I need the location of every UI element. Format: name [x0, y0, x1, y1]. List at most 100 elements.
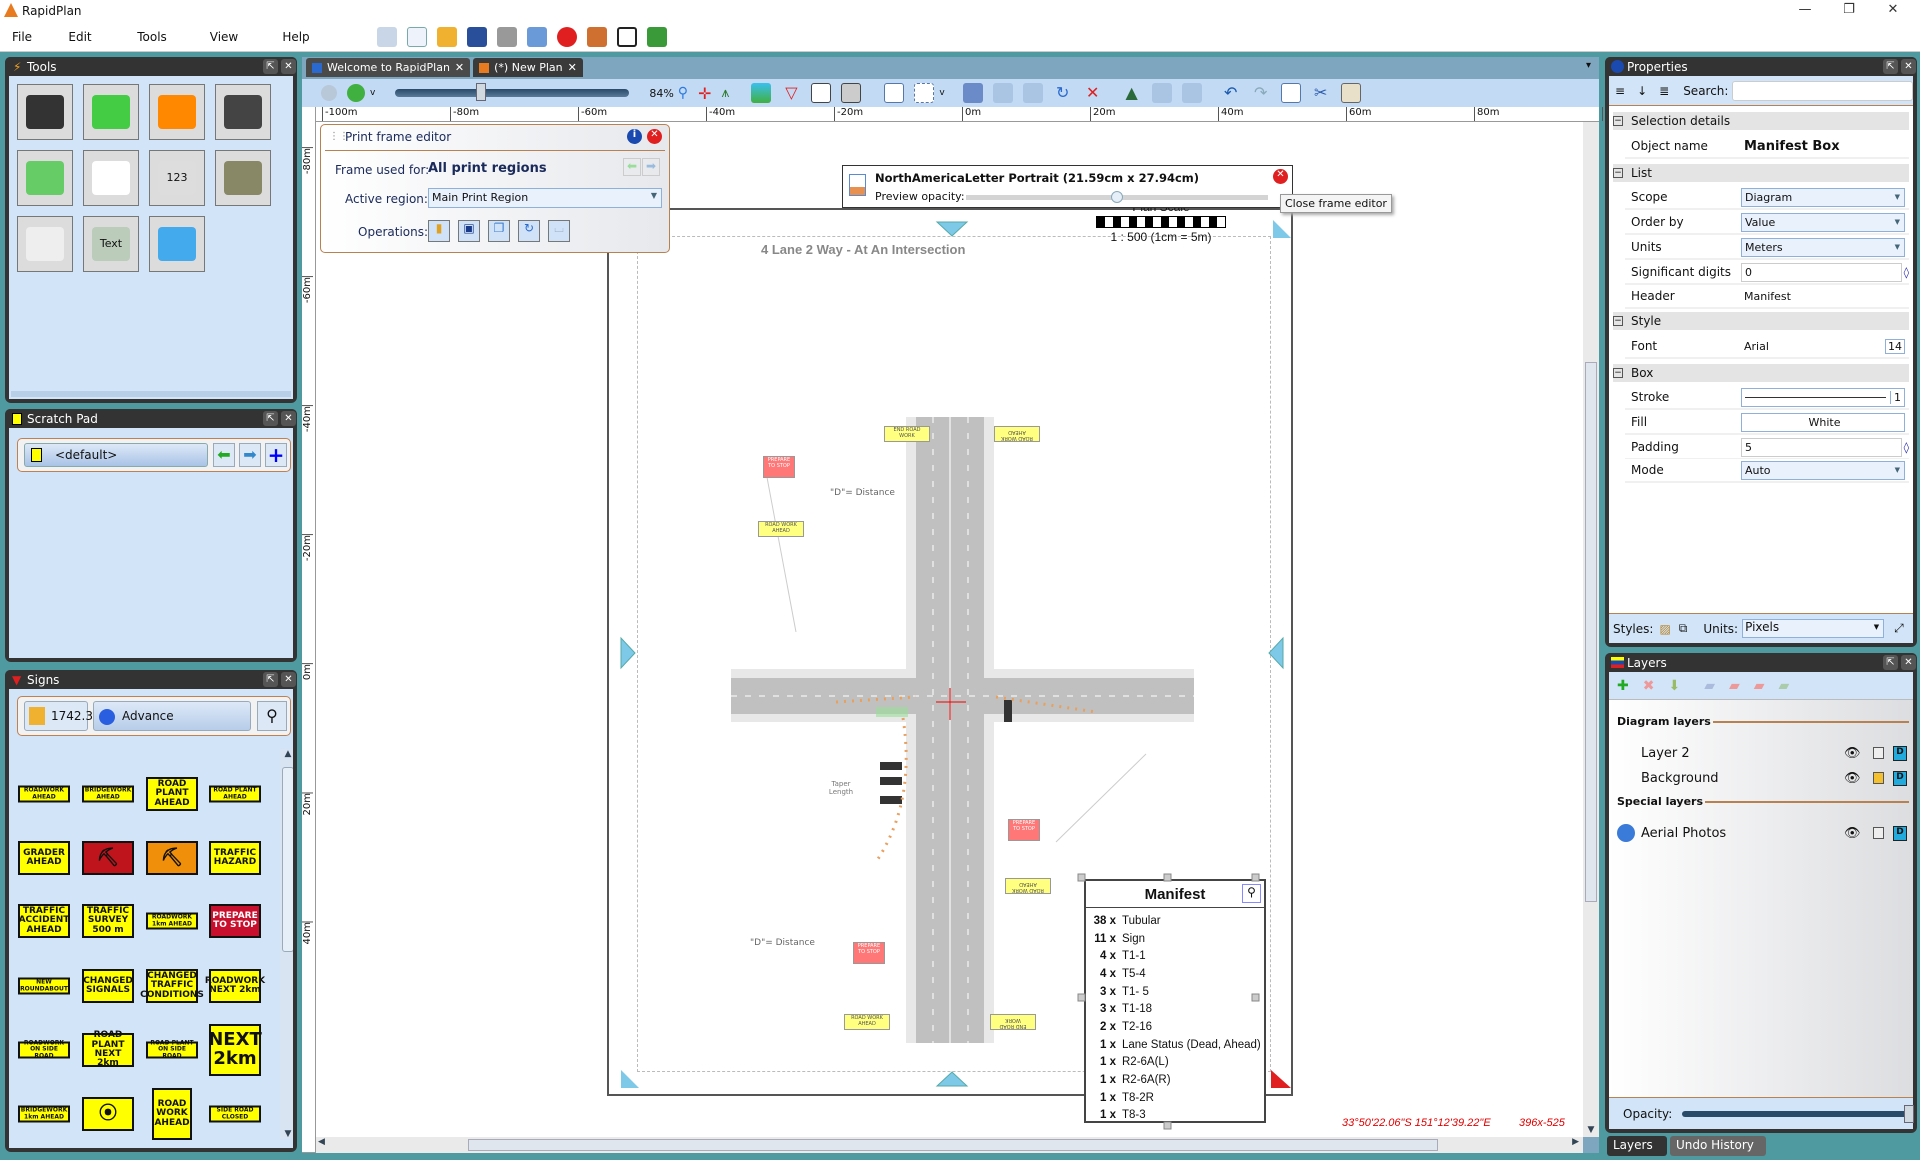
sign-item[interactable]: TRAFFIC ACCIDENT AHEAD [18, 904, 70, 938]
minimize-button[interactable]: — [1790, 2, 1820, 17]
diagram-sign[interactable]: END ROAD WORK [884, 426, 930, 442]
export-icon[interactable] [527, 26, 547, 47]
dropdown-arrow-icon[interactable]: ▼ [1895, 218, 1900, 226]
dropdown-arrow-icon[interactable]: ▼ [1895, 466, 1900, 474]
unlocked-icon[interactable] [1873, 827, 1884, 839]
copy-frame-icon[interactable]: ❐ [488, 220, 510, 242]
tab-close-icon[interactable]: ✕ [568, 61, 577, 74]
measure-tool[interactable]: 123 [149, 150, 205, 206]
sign-item[interactable]: NEXT 2km [208, 1024, 262, 1076]
undo-icon[interactable]: ↶ [1221, 83, 1241, 103]
sign-item[interactable]: TRAFFIC HAZARD [209, 841, 261, 875]
close-icon[interactable]: ✕ [281, 59, 296, 74]
horizontal-scrollbar[interactable]: ◀ ▶ [316, 1137, 1583, 1153]
save-style-icon[interactable]: ⧉ [1679, 621, 1688, 636]
property-value[interactable]: Meters ▼ [1741, 237, 1905, 257]
save-frame-icon[interactable]: ▣ [458, 220, 480, 242]
categorized-icon[interactable]: ≡ [1615, 84, 1625, 98]
diagram-sign[interactable]: PREPARE TO STOP [1008, 819, 1040, 841]
collapse-icon[interactable]: − [1613, 168, 1623, 178]
add-icon[interactable]: + [265, 443, 287, 467]
layer-name[interactable]: Layer 2 [1641, 746, 1844, 761]
dropdown-arrow-icon[interactable]: ▼ [1895, 193, 1900, 201]
sort-icon[interactable]: ↓ [1637, 84, 1647, 98]
open-folder-icon[interactable] [437, 26, 457, 47]
diagram-layer-icon[interactable]: D [1893, 770, 1907, 786]
diagram-layer-icon[interactable]: D [1893, 745, 1907, 761]
bottom-tab-layers[interactable]: Layers [1607, 1136, 1667, 1156]
tab-1[interactable]: (*) New Plan ✕ [473, 58, 583, 77]
new-wizard-icon[interactable] [377, 26, 397, 47]
style-brush-icon[interactable]: ▨ [1659, 622, 1670, 636]
layers-dropdown-icon[interactable] [347, 84, 365, 102]
layer-name[interactable]: Aerial Photos [1641, 826, 1844, 841]
globe-icon[interactable] [321, 85, 337, 101]
new-file-icon[interactable] [407, 26, 427, 47]
delete-icon[interactable]: ✕ [1083, 83, 1103, 103]
exit-icon[interactable] [647, 26, 667, 47]
visibility-eye-icon[interactable]: 👁 [1844, 771, 1864, 786]
delete-frame-icon[interactable]: ⌴ [548, 220, 570, 242]
sign-item[interactable]: ROADWORK ON SIDE ROAD [18, 1040, 70, 1059]
menu-help[interactable]: Help [260, 30, 332, 44]
collapse-icon[interactable]: − [1613, 316, 1623, 326]
vertical-scrollbar[interactable]: ▼ [1583, 122, 1599, 1137]
property-value[interactable]: Auto ▼ [1741, 460, 1905, 480]
property-value[interactable]: Arial 14 [1741, 337, 1905, 356]
collapse-icon[interactable]: − [1613, 116, 1623, 126]
tab-0[interactable]: Welcome to RapidPlan ✕ [306, 58, 471, 77]
worker-sign-icon[interactable]: ⛏ [82, 841, 134, 875]
preview-opacity-slider[interactable] [966, 191, 1268, 203]
sign-item[interactable]: ROADWORK AHEAD [18, 785, 70, 803]
close-editor-icon[interactable]: ✕ [647, 129, 662, 144]
group-icon[interactable] [962, 83, 983, 103]
lane-tool[interactable] [215, 84, 271, 140]
pin-icon[interactable]: ⇱ [1883, 59, 1898, 74]
text-tool[interactable]: Text [83, 216, 139, 272]
close-frame-editor-icon[interactable]: ✕ [1273, 169, 1288, 184]
selection-handles[interactable] [1076, 872, 1274, 1132]
scratch-pad-select[interactable]: <default> [24, 443, 208, 467]
layer-order-icon[interactable]: ▰ [1779, 678, 1790, 694]
sign-item[interactable]: ROAD PLANT AHEAD [146, 777, 198, 811]
layer-row[interactable]: Background 👁 D [1609, 767, 1913, 789]
redo-icon[interactable]: ↷ [1251, 83, 1271, 103]
sign-item[interactable]: PREPARE TO STOP [209, 904, 261, 938]
property-value[interactable]: White [1741, 412, 1905, 432]
layer-opacity-thumb[interactable] [1904, 1104, 1915, 1123]
tools-resize-handle[interactable] [11, 391, 291, 397]
traffic-signal-sign-icon[interactable]: ⦿ [82, 1097, 134, 1131]
diagram-sign[interactable]: ROAD WORK AHEAD [758, 521, 804, 537]
sign-item[interactable]: ROAD PLANT AHEAD [209, 785, 261, 803]
crosshair-icon[interactable]: ✛ [698, 84, 711, 103]
background-image-icon[interactable] [751, 83, 772, 103]
cut-icon[interactable]: ✂ [1311, 83, 1331, 103]
image-tool[interactable] [149, 216, 205, 272]
paste-icon[interactable] [1340, 83, 1361, 103]
sign-icon[interactable]: ▽ [781, 83, 801, 103]
sign-item[interactable]: ROAD PLANT ON SIDE ROAD [146, 1040, 198, 1059]
next-arrow-icon[interactable]: ➡ [239, 443, 261, 467]
manifest-tool[interactable] [83, 150, 139, 206]
flip-icon[interactable]: ▲ [1122, 83, 1142, 103]
tab-menu-icon[interactable]: ▾ [1586, 60, 1591, 71]
section-style[interactable]: − Style [1613, 312, 1909, 330]
menu-tools[interactable]: Tools [116, 30, 188, 44]
visibility-eye-icon[interactable]: 👁 [1844, 826, 1864, 841]
page-icon[interactable] [884, 83, 905, 103]
property-value[interactable]: 1 [1741, 387, 1905, 407]
sign-item[interactable]: ROADWORK NEXT 2km [205, 969, 265, 1003]
tab-close-icon[interactable]: ✕ [455, 61, 464, 74]
print-icon[interactable] [497, 26, 517, 47]
distribute-icon[interactable] [1181, 83, 1202, 103]
zoom-slider-thumb[interactable] [475, 83, 486, 101]
close-icon[interactable]: ✕ [281, 672, 296, 687]
intersection-drawing[interactable] [316, 122, 1583, 1137]
info-icon[interactable]: i [627, 129, 642, 144]
distance-label[interactable]: "D"= Distance [750, 938, 815, 948]
reset-frame-icon[interactable]: ↻ [518, 220, 540, 242]
signs-scrollbar[interactable]: ▲ ▼ [280, 749, 293, 1139]
sign-item[interactable]: BRIDGEWORK 1km AHEAD [18, 1105, 70, 1123]
active-region-select[interactable]: Main Print Region ▼ [428, 188, 662, 208]
property-value[interactable]: Manifest Box [1741, 137, 1905, 156]
